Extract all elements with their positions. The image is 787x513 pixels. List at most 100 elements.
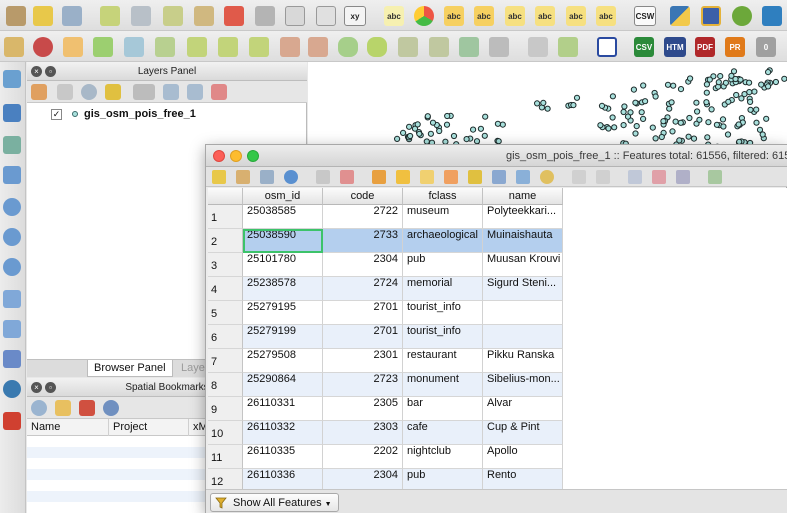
cell-code[interactable]: 2722 bbox=[323, 205, 403, 229]
cell-fclass[interactable]: nightclub bbox=[403, 445, 483, 469]
cell-osm_id[interactable]: 25290864 bbox=[243, 373, 323, 397]
cell-osm_id[interactable]: 25279195 bbox=[243, 301, 323, 325]
simplify-feature-icon[interactable] bbox=[155, 37, 175, 57]
cell-fclass[interactable]: archaeological bbox=[403, 229, 483, 253]
row-header[interactable]: 8 bbox=[208, 373, 243, 397]
zoom-to-bookmark-icon[interactable] bbox=[31, 400, 47, 416]
cell-code[interactable]: 2301 bbox=[323, 349, 403, 373]
remove-layer-icon[interactable] bbox=[3, 412, 21, 430]
delete-part-icon[interactable] bbox=[308, 37, 328, 57]
cell-code[interactable]: 2304 bbox=[323, 253, 403, 277]
cell-fclass[interactable]: cafe bbox=[403, 421, 483, 445]
multi-edit-icon[interactable] bbox=[236, 170, 250, 184]
new-spatialite-icon[interactable] bbox=[3, 350, 21, 368]
cell-name[interactable]: Rento bbox=[483, 469, 563, 489]
cell-name[interactable]: Muinaishauta bbox=[483, 229, 563, 253]
merge-features-icon[interactable] bbox=[459, 37, 479, 57]
cell-osm_id[interactable]: 25101780 bbox=[243, 253, 323, 277]
delete-selected-icon[interactable] bbox=[224, 6, 244, 26]
cell-osm_id[interactable]: 25038585 bbox=[243, 205, 323, 229]
show-hide-labels-icon[interactable]: abc bbox=[505, 6, 525, 26]
cell-name[interactable]: Cup & Pint bbox=[483, 421, 563, 445]
offset-point-symbols-icon[interactable] bbox=[558, 37, 578, 57]
add-spatialite-layer-icon[interactable] bbox=[3, 136, 21, 154]
cell-code[interactable]: 2304 bbox=[323, 469, 403, 489]
cell-osm_id[interactable]: 25279508 bbox=[243, 349, 323, 373]
toggle-editing-icon[interactable] bbox=[33, 6, 53, 26]
pin-labels-icon[interactable]: abc bbox=[444, 6, 464, 26]
html-export-icon[interactable]: HTM bbox=[664, 37, 686, 57]
pan-to-selected-icon[interactable] bbox=[516, 170, 530, 184]
cell-fclass[interactable]: tourist_info bbox=[403, 301, 483, 325]
bookmarks-col-project[interactable]: Project bbox=[109, 419, 189, 436]
row-header[interactable]: 4 bbox=[208, 277, 243, 301]
split-features-icon[interactable] bbox=[398, 37, 418, 57]
table-row[interactable]: 7 25279508 2301 restaurant Pikku Ranska bbox=[208, 349, 787, 373]
add-feature-icon[interactable] bbox=[316, 170, 330, 184]
window-titlebar[interactable]: gis_osm_pois_free_1 :: Features total: 6… bbox=[206, 145, 787, 167]
undo-icon[interactable] bbox=[63, 37, 83, 57]
map-composer-icon[interactable] bbox=[597, 37, 617, 57]
graphical-modeler-icon[interactable] bbox=[732, 6, 752, 26]
filter-select-icon[interactable] bbox=[468, 170, 482, 184]
cell-osm_id[interactable]: 25279199 bbox=[243, 325, 323, 349]
move-label-icon[interactable]: abc bbox=[535, 6, 555, 26]
node-tool-icon[interactable] bbox=[163, 6, 183, 26]
row-header[interactable]: 7 bbox=[208, 349, 243, 373]
add-group-icon[interactable] bbox=[57, 84, 73, 100]
cell-code[interactable]: 2303 bbox=[323, 421, 403, 445]
invert-selection-icon[interactable] bbox=[420, 170, 434, 184]
table-row[interactable]: 2 25038590 2733 archaeological Muinaishauta bbox=[208, 229, 787, 253]
pdf-export-icon[interactable]: PDF bbox=[695, 37, 715, 57]
cell-code[interactable]: 2723 bbox=[323, 373, 403, 397]
cell-code[interactable]: 2701 bbox=[323, 301, 403, 325]
deselect-all-icon[interactable] bbox=[444, 170, 458, 184]
cell-fclass[interactable]: museum bbox=[403, 205, 483, 229]
results-viewer-icon[interactable] bbox=[762, 6, 782, 26]
cell-osm_id[interactable]: 25038590 bbox=[243, 229, 323, 253]
collapse-all-icon[interactable] bbox=[187, 84, 203, 100]
row-header[interactable]: 5 bbox=[208, 301, 243, 325]
cell-osm_id[interactable]: 26110332 bbox=[243, 421, 323, 445]
expand-all-icon[interactable] bbox=[163, 84, 179, 100]
print-report-icon[interactable]: PR bbox=[725, 37, 745, 57]
cell-fclass[interactable]: tourist_info bbox=[403, 325, 483, 349]
rotate-feature-icon[interactable] bbox=[124, 37, 144, 57]
merge-attributes-icon[interactable] bbox=[489, 37, 509, 57]
add-raster-layer-icon[interactable] bbox=[3, 104, 21, 122]
counter-icon[interactable]: 0 bbox=[756, 37, 776, 57]
csv-export-icon[interactable]: CSV bbox=[634, 37, 654, 57]
select-by-expression-icon[interactable] bbox=[372, 170, 386, 184]
move-selection-to-top-icon[interactable] bbox=[492, 170, 506, 184]
cell-code[interactable]: 2724 bbox=[323, 277, 403, 301]
column-header-fclass[interactable]: fclass bbox=[403, 188, 483, 205]
delete-ring-icon[interactable] bbox=[280, 37, 300, 57]
close-icon[interactable]: × bbox=[31, 66, 42, 77]
new-shapefile-icon[interactable] bbox=[3, 320, 21, 338]
cell-fclass[interactable]: memorial bbox=[403, 277, 483, 301]
label-abc-icon[interactable]: abc bbox=[384, 6, 404, 26]
zoom-to-selected-icon[interactable] bbox=[540, 170, 554, 184]
add-wms-layer-icon[interactable] bbox=[3, 198, 21, 216]
delete-selected-icon[interactable] bbox=[340, 170, 354, 184]
row-header[interactable]: 3 bbox=[208, 253, 243, 277]
delete-bookmark-icon[interactable] bbox=[79, 400, 95, 416]
save-edits-icon[interactable] bbox=[260, 170, 274, 184]
table-row[interactable]: 6 25279199 2701 tourist_info bbox=[208, 325, 787, 349]
cell-name[interactable]: Pikku Ranska bbox=[483, 349, 563, 373]
cell-osm_id[interactable]: 26110331 bbox=[243, 397, 323, 421]
tab-browser-panel[interactable]: Browser Panel bbox=[87, 360, 173, 377]
csw-icon[interactable]: CSW bbox=[634, 6, 656, 26]
add-delimited-text-icon[interactable] bbox=[3, 290, 21, 308]
table-row[interactable]: 11 26110335 2202 nightclub Apollo bbox=[208, 445, 787, 469]
reload-icon[interactable] bbox=[284, 170, 298, 184]
float-icon[interactable]: ▫ bbox=[45, 382, 56, 393]
add-wcs-layer-icon[interactable] bbox=[3, 228, 21, 246]
cell-fclass[interactable]: bar bbox=[403, 397, 483, 421]
add-feature-icon[interactable] bbox=[100, 6, 120, 26]
style-manager-icon[interactable] bbox=[31, 84, 47, 100]
processing-toolbox-icon[interactable] bbox=[701, 6, 721, 26]
digitize-icon[interactable] bbox=[6, 6, 26, 26]
cell-code[interactable]: 2305 bbox=[323, 397, 403, 421]
python-console-icon[interactable] bbox=[670, 6, 690, 26]
